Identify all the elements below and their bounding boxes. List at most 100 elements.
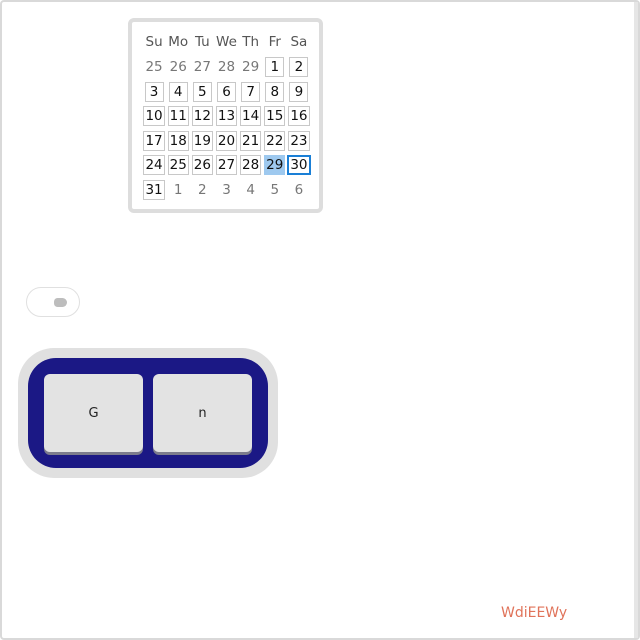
calendar-day[interactable]: 24 [142, 154, 166, 176]
calendar-day[interactable]: 6 [214, 81, 238, 103]
calendar-day[interactable]: 18 [166, 130, 190, 152]
calendar-day-number: 20 [215, 130, 238, 151]
calendar-day[interactable]: 26 [190, 154, 214, 176]
toggle-switch[interactable] [26, 287, 80, 317]
calendar-day-number: 29 [264, 155, 286, 175]
calendar-day-number: 3 [216, 179, 236, 200]
calendar-day[interactable]: 31 [142, 179, 166, 201]
calendar-day[interactable]: 15 [263, 105, 287, 127]
weekday-label: Fr [268, 34, 281, 50]
key-button-n[interactable]: n [153, 374, 252, 452]
weekday-label: Th [242, 34, 260, 50]
calendar-day-number: 25 [143, 57, 165, 77]
calendar-day-number: 28 [215, 57, 238, 77]
calendar-day-number: 12 [191, 106, 213, 126]
key-group: G n [18, 348, 278, 478]
calendar-day-number: 29 [240, 57, 262, 77]
calendar-week-row: 24 25 26 27 28 29 30 [142, 154, 311, 179]
calendar-weekday-header: Su Mo Tu We Th Fr Sa [142, 31, 311, 53]
calendar-day-number: 10 [143, 106, 165, 126]
calendar: Su Mo Tu We Th Fr Sa 25 26 27 28 29 1 2 3 4 5 6 7 8 9… [128, 18, 323, 213]
calendar-day: 27 [190, 56, 214, 78]
calendar-day-number: 6 [289, 179, 309, 200]
calendar-day-number: 5 [192, 81, 212, 102]
calendar-day-number: 2 [192, 179, 212, 200]
calendar-day: 6 [287, 179, 311, 201]
calendar-day[interactable]: 10 [142, 105, 166, 127]
calendar-day: 3 [214, 179, 238, 201]
calendar-day-number: 5 [265, 179, 285, 200]
calendar-day-number: 13 [215, 106, 238, 126]
calendar-day: 26 [166, 56, 190, 78]
calendar-day-number: 24 [143, 155, 165, 175]
calendar-day[interactable]: 9 [287, 81, 311, 103]
calendar-day-number: 22 [264, 130, 286, 151]
calendar-day[interactable]: 23 [287, 130, 311, 152]
calendar-week-row: 31 1 2 3 4 5 6 [142, 179, 311, 204]
calendar-day-number: 26 [191, 155, 213, 175]
calendar-day-number: 21 [240, 130, 262, 151]
calendar-day[interactable]: 17 [142, 130, 166, 152]
calendar-day[interactable]: 2 [287, 56, 311, 78]
calendar-day-selected[interactable]: 29 [263, 154, 287, 176]
calendar-day-number: 11 [167, 106, 189, 126]
calendar-day-number: 18 [167, 130, 189, 151]
calendar-grid: 25 26 27 28 29 1 2 3 4 5 6 7 8 9 10 11 12 13 14 15 16 17 18 19 2… [142, 56, 311, 203]
calendar-day-number: 25 [167, 155, 189, 175]
calendar-day-number: 16 [288, 106, 310, 126]
calendar-day[interactable]: 25 [166, 154, 190, 176]
calendar-day-number: 19 [191, 130, 213, 151]
corner-label: WdiEEWy [501, 605, 568, 621]
calendar-day: 29 [239, 56, 263, 78]
calendar-day-number: 28 [240, 155, 262, 175]
calendar-day: 28 [214, 56, 238, 78]
calendar-week-row: 17 18 19 20 21 22 23 [142, 130, 311, 155]
calendar-day-number: 1 [168, 179, 188, 200]
calendar-day[interactable]: 28 [239, 154, 263, 176]
calendar-day-number: 14 [240, 106, 262, 126]
calendar-day: 1 [166, 179, 190, 201]
calendar-day[interactable]: 13 [214, 105, 238, 127]
calendar-day[interactable]: 8 [263, 81, 287, 103]
calendar-day-number: 26 [167, 57, 189, 77]
calendar-day[interactable]: 14 [239, 105, 263, 127]
calendar-day[interactable]: 11 [166, 105, 190, 127]
calendar-week-row: 25 26 27 28 29 1 2 [142, 56, 311, 81]
weekday-label: Sa [290, 34, 308, 50]
calendar-day[interactable]: 5 [190, 81, 214, 103]
calendar-day-number: 4 [168, 81, 188, 102]
calendar-day[interactable]: 27 [214, 154, 238, 176]
scrollbar[interactable] [634, 2, 638, 638]
calendar-day-number: 8 [265, 81, 285, 102]
calendar-day: 25 [142, 56, 166, 78]
calendar-day[interactable]: 19 [190, 130, 214, 152]
key-button-g[interactable]: G [44, 374, 143, 452]
calendar-day[interactable]: 7 [239, 81, 263, 103]
calendar-day: 4 [239, 179, 263, 201]
calendar-day[interactable]: 16 [287, 105, 311, 127]
calendar-day[interactable]: 3 [142, 81, 166, 103]
calendar-day[interactable]: 20 [214, 130, 238, 152]
calendar-day-focused[interactable]: 30 [287, 154, 311, 176]
calendar-day-number: 31 [143, 179, 165, 200]
calendar-day[interactable]: 4 [166, 81, 190, 103]
calendar-day-number: 23 [288, 130, 310, 151]
weekday-label: We [216, 34, 237, 50]
calendar-day-number: 4 [241, 179, 261, 200]
calendar-day[interactable]: 12 [190, 105, 214, 127]
calendar-day-number: 27 [191, 57, 213, 77]
calendar-day[interactable]: 22 [263, 130, 287, 152]
calendar-day-number: 30 [287, 155, 311, 175]
calendar-day: 5 [263, 179, 287, 201]
calendar-day[interactable]: 1 [263, 56, 287, 78]
calendar-day-number: 9 [289, 81, 309, 102]
calendar-week-row: 10 11 12 13 14 15 16 [142, 105, 311, 130]
weekday-label: Su [145, 34, 163, 50]
calendar-day-number: 3 [144, 81, 164, 102]
calendar-day-number: 27 [215, 155, 238, 175]
toggle-knob [54, 298, 67, 307]
calendar-day[interactable]: 21 [239, 130, 263, 152]
key-group-frame: G n [28, 358, 268, 468]
calendar-week-row: 3456789 [142, 81, 311, 106]
calendar-day-number: 7 [241, 81, 261, 102]
